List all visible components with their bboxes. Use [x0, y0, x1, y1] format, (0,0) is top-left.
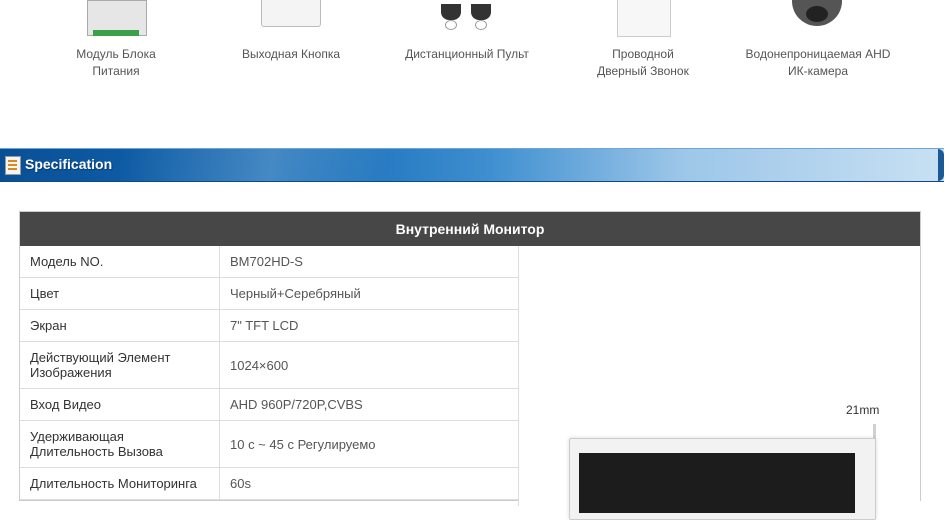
- row-value: BM702HD-S: [230, 254, 303, 269]
- product-label: Модуль Блока Питания: [76, 47, 156, 78]
- row-key: Вход Видео: [20, 389, 220, 420]
- row-key: Удерживающая Длительность Вызова: [20, 421, 220, 467]
- row-key: Экран: [20, 310, 220, 341]
- row-key: Цвет: [20, 278, 220, 309]
- row-key: Модель NO.: [20, 246, 220, 277]
- row-value: 7" TFT LCD: [230, 318, 299, 333]
- spec-table: Внутренний Монитор Модель NO. BM702HD-S …: [19, 211, 921, 520]
- monitor-screen: [579, 453, 855, 513]
- product-remote-control[interactable]: Дистанционный Пульт: [377, 0, 557, 63]
- section-title: Specification: [25, 156, 113, 172]
- product-ahd-camera[interactable]: Водонепроницаемая AHD ИК-камера: [728, 0, 908, 80]
- table-header: Внутренний Монитор: [20, 212, 920, 246]
- dimension-label: 21mm: [846, 403, 880, 417]
- table-row: Действующий Элемент Изображения 1024×600: [20, 342, 518, 389]
- power-module-image: [87, 0, 147, 42]
- product-power-module[interactable]: Модуль Блока Питания: [26, 0, 206, 80]
- accessory-strip: Модуль Блока Питания Выходная Кнопка Дист…: [0, 0, 950, 90]
- row-value: Черный+Серебряный: [230, 286, 361, 301]
- row-value: 1024×600: [230, 357, 289, 373]
- ir-camera-image: [786, 0, 850, 42]
- row-value: 10 с ~ 45 с Регулируемо: [230, 436, 376, 452]
- remote-keyfob-image: [435, 0, 499, 42]
- row-value: 60s: [230, 476, 251, 491]
- product-label: Водонепроницаемая AHD ИК-камера: [745, 47, 891, 78]
- spec-rows: Модель NO. BM702HD-S Цвет Черный+Серебря…: [20, 246, 518, 500]
- row-key: Длительность Мониторинга: [20, 468, 220, 499]
- product-label: Дистанционный Пульт: [405, 47, 529, 61]
- document-list-icon: [5, 156, 21, 175]
- product-label: Выходная Кнопка: [241, 47, 340, 61]
- exit-button-image: [261, 0, 321, 42]
- table-row: Вход Видео AHD 960P/720P,CVBS: [20, 389, 518, 421]
- product-door-chime[interactable]: Проводной Дверный Звонок: [553, 0, 733, 80]
- specification-bar: Specification: [0, 148, 944, 182]
- product-exit-button[interactable]: Выходная Кнопка: [201, 0, 381, 63]
- row-key: Действующий Элемент Изображения: [20, 342, 220, 388]
- row-value: AHD 960P/720P,CVBS: [230, 397, 363, 412]
- door-chime-image: [615, 0, 671, 42]
- table-row: Цвет Черный+Серебряный: [20, 278, 518, 310]
- table-row: Длительность Мониторинга 60s: [20, 468, 518, 500]
- table-row: Модель NO. BM702HD-S: [20, 246, 518, 278]
- monitor-image-cell: 21mm: [518, 246, 920, 520]
- indoor-monitor-image: [569, 438, 876, 520]
- product-label: Проводной Дверный Звонок: [597, 47, 689, 78]
- table-row: Экран 7" TFT LCD: [20, 310, 518, 342]
- table-row: Удерживающая Длительность Вызова 10 с ~ …: [20, 421, 518, 468]
